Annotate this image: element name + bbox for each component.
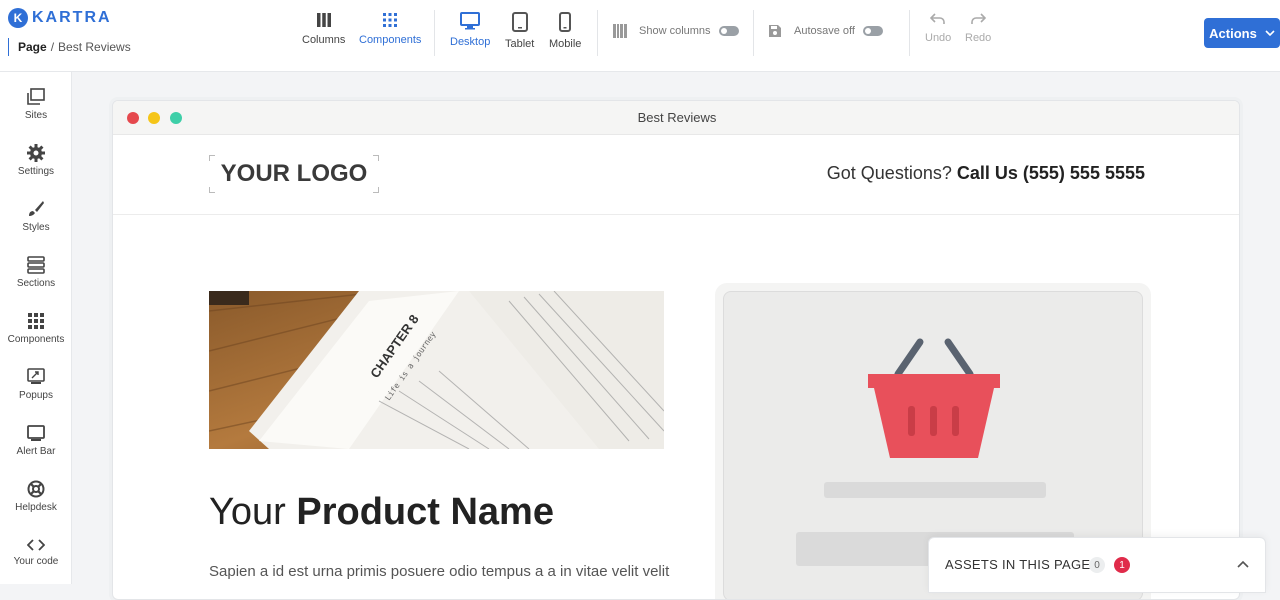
- redo-label: Redo: [965, 32, 992, 44]
- sidebar-item-label: Your code: [13, 556, 59, 567]
- phone-prefix: Got Questions?: [826, 163, 952, 183]
- tablet-view-button[interactable]: Tablet: [505, 12, 534, 50]
- undo-icon: [930, 13, 945, 24]
- popup-icon: [27, 368, 45, 384]
- undo-label: Undo: [925, 32, 952, 44]
- autosave-toggle[interactable]: Autosave off: [768, 24, 883, 38]
- toolbar-divider: [753, 10, 754, 56]
- product-title-bold: Product Name: [296, 491, 554, 533]
- chevron-up-icon[interactable]: [1237, 560, 1249, 568]
- preview-window-bar: Best Reviews: [113, 101, 1239, 135]
- show-columns-label: Show columns: [639, 25, 711, 37]
- sidebar-item-settings[interactable]: Settings: [0, 144, 72, 177]
- toolbar-divider: [434, 10, 435, 56]
- book-photo: CHAPTER 8 Life is a journey: [209, 291, 664, 449]
- desktop-icon: [460, 12, 481, 30]
- book-image[interactable]: CHAPTER 8 Life is a journey: [209, 291, 664, 449]
- sections-icon: [27, 256, 45, 274]
- page-header-section[interactable]: YOUR LOGO Got Questions? Call Us (555) 5…: [113, 135, 1239, 215]
- toolbar-divider: [597, 10, 598, 56]
- breadcrumb-root[interactable]: Page: [18, 40, 47, 54]
- phone-number: Call Us (555) 555 5555: [956, 163, 1145, 183]
- logo-corner: [209, 187, 215, 193]
- actions-button[interactable]: Actions: [1204, 18, 1280, 48]
- assets-label: ASSETS IN THIS PAGE: [945, 557, 1091, 572]
- breadcrumb-current: Best Reviews: [58, 40, 131, 54]
- tablet-icon: [511, 12, 528, 32]
- sidebar-item-styles[interactable]: Styles: [0, 200, 72, 233]
- assets-panel[interactable]: ASSETS IN THIS PAGE 0 1: [928, 537, 1266, 593]
- actions-label: Actions: [1209, 25, 1257, 41]
- sidebar-item-label: Popups: [19, 390, 53, 401]
- mobile-icon: [559, 12, 572, 32]
- header-phone-text[interactable]: Got Questions? Call Us (555) 555 5555: [827, 163, 1145, 184]
- top-toolbar: K KARTRA Page / Best Reviews Columns Com…: [0, 0, 1280, 72]
- kartra-logo-mark: K: [8, 8, 28, 28]
- grid-icon: [28, 313, 44, 329]
- assets-alert-badge: 1: [1114, 557, 1130, 573]
- logo-corner: [209, 155, 215, 161]
- sidebar-item-label: Sites: [24, 110, 48, 121]
- product-title[interactable]: Your Product Name: [209, 491, 554, 534]
- gear-icon: [27, 144, 45, 162]
- preview-window-title: Best Reviews: [637, 110, 717, 125]
- autosave-switch[interactable]: [862, 26, 883, 36]
- save-icon: [769, 25, 781, 37]
- mobile-label: Mobile: [549, 38, 582, 50]
- desktop-label: Desktop: [450, 36, 491, 48]
- show-columns-icon: [613, 24, 627, 38]
- brush-icon: [29, 201, 44, 216]
- sidebar-item-label: Components: [7, 334, 65, 345]
- desktop-view-button[interactable]: Desktop: [450, 12, 490, 48]
- redo-button[interactable]: Redo: [965, 12, 991, 44]
- sidebar-item-sections[interactable]: Sections: [0, 256, 72, 289]
- product-title-light: Your: [209, 491, 286, 533]
- product-description[interactable]: Sapien a id est urna primis posuere odio…: [209, 563, 669, 580]
- sidebar-item-label: Alert Bar: [16, 446, 56, 457]
- sidebar-item-label: Styles: [22, 222, 50, 233]
- shopping-basket-icon: [868, 338, 1000, 458]
- kartra-logo-text: KARTRA: [32, 9, 112, 26]
- sidebar-item-label: Helpdesk: [15, 502, 57, 513]
- chevron-down-icon: [1265, 30, 1275, 36]
- mobile-view-button[interactable]: Mobile: [549, 12, 581, 50]
- components-label: Components: [359, 34, 422, 46]
- breadcrumb-separator: /: [50, 40, 55, 54]
- logo-corner: [373, 155, 379, 161]
- left-sidebar: Sites Settings Styles Sections Component…: [0, 72, 72, 584]
- sites-icon: [27, 88, 45, 105]
- columns-button[interactable]: Columns: [302, 12, 345, 46]
- sidebar-item-sites[interactable]: Sites: [0, 88, 72, 121]
- show-columns-toggle[interactable]: Show columns: [613, 24, 739, 38]
- undo-button[interactable]: Undo: [925, 12, 951, 44]
- page-preview-window: Best Reviews YOUR LOGO Got Questions? Ca…: [112, 100, 1240, 600]
- sidebar-item-components[interactable]: Components: [0, 312, 72, 345]
- kartra-logo[interactable]: K KARTRA: [8, 8, 112, 28]
- columns-icon: [316, 13, 331, 27]
- sidebar-item-label: Settings: [17, 166, 55, 177]
- redo-icon: [971, 13, 987, 24]
- assets-count-badge: 0: [1089, 557, 1105, 573]
- sidebar-item-popups[interactable]: Popups: [0, 368, 72, 401]
- logo-corner: [373, 187, 379, 193]
- autosave-label: Autosave off: [794, 25, 855, 37]
- toolbar-divider: [909, 10, 910, 56]
- code-icon: [27, 539, 45, 551]
- components-button[interactable]: Components: [359, 12, 421, 46]
- sidebar-item-alert-bar[interactable]: Alert Bar: [0, 424, 72, 457]
- logo-placeholder[interactable]: YOUR LOGO: [209, 155, 379, 193]
- sidebar-item-label: Sections: [16, 278, 56, 289]
- logo-text: YOUR LOGO: [220, 160, 368, 187]
- grid-icon: [383, 13, 398, 27]
- show-columns-switch[interactable]: [718, 26, 739, 36]
- alert-bar-icon: [27, 425, 45, 441]
- placeholder-line: [824, 482, 1046, 498]
- tablet-label: Tablet: [505, 38, 535, 50]
- columns-label: Columns: [302, 34, 346, 46]
- sidebar-item-your-code[interactable]: Your code: [0, 538, 72, 567]
- lifebuoy-icon: [27, 480, 45, 498]
- breadcrumb: Page / Best Reviews: [8, 38, 131, 56]
- sidebar-item-helpdesk[interactable]: Helpdesk: [0, 480, 72, 513]
